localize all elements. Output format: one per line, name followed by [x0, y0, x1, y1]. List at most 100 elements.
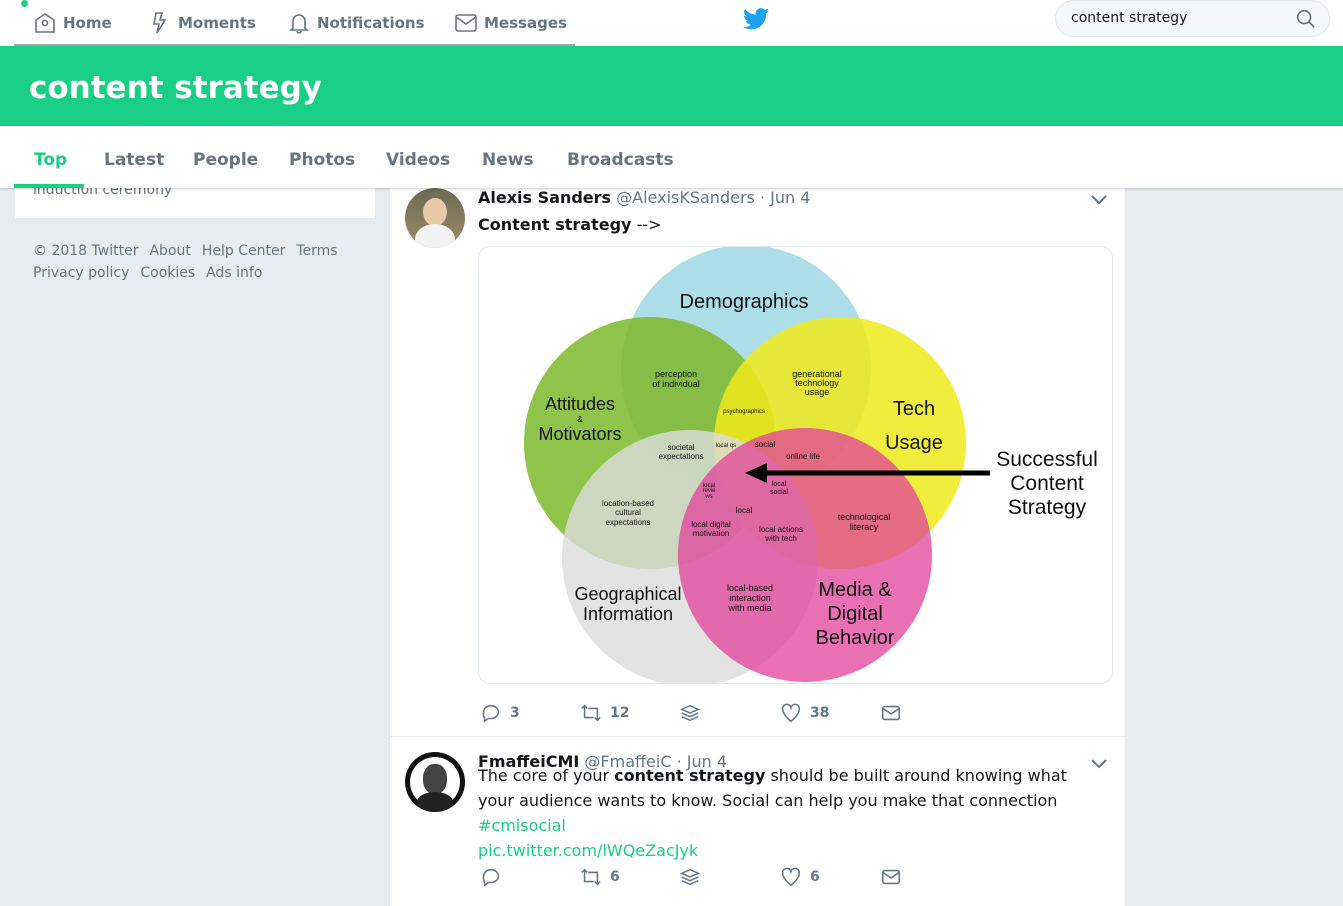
label-tech: Tech — [893, 398, 935, 420]
overlap: usage — [805, 387, 830, 397]
nav-label: Home — [63, 14, 112, 32]
retweet-button[interactable]: 12 — [580, 702, 629, 724]
layers-button[interactable] — [679, 702, 701, 724]
nav-notifications[interactable]: Notifications — [287, 0, 425, 46]
retweet-icon — [581, 868, 601, 886]
nav-messages[interactable]: Messages — [454, 0, 567, 46]
tweet-divider — [390, 736, 1125, 737]
search-banner: content strategy — [0, 46, 1343, 126]
envelope-icon — [881, 705, 901, 721]
tweet-text: Content strategy --> — [478, 212, 1098, 237]
overlap: local actions — [759, 525, 803, 534]
tab-news[interactable]: News — [482, 150, 534, 170]
label-usage: Usage — [885, 432, 943, 454]
label-motivators: Motivators — [538, 424, 621, 444]
overlap: with tech — [764, 534, 797, 543]
bell-icon — [289, 14, 309, 34]
overlap: technological — [838, 512, 891, 522]
nav-home[interactable]: Home — [33, 0, 112, 46]
overlap: local-based — [727, 583, 773, 593]
overlap: expectations — [659, 452, 704, 461]
envelope-icon — [455, 14, 477, 32]
footer-about[interactable]: About — [149, 243, 190, 259]
footer-privacy[interactable]: Privacy policy — [33, 265, 129, 281]
footer-terms[interactable]: Terms — [296, 243, 337, 259]
label-behavior: Behavior — [816, 627, 895, 649]
label-geographical: Geographical — [574, 584, 681, 604]
like-button[interactable]: 6 — [780, 866, 820, 888]
heart-icon — [781, 867, 801, 887]
label-media: Media & — [818, 579, 892, 601]
search-icon[interactable] — [1295, 8, 1317, 30]
overlap: interaction — [729, 593, 771, 603]
overlap: social — [770, 489, 788, 496]
top-navigation-bar: Home Moments Notifications Messages cont… — [0, 0, 1343, 46]
tab-top[interactable]: Top — [34, 150, 67, 170]
tweet-text: The core of your content strategy should… — [478, 763, 1098, 863]
overlap: location-based — [602, 499, 654, 508]
search-input[interactable]: content strategy — [1055, 0, 1330, 37]
tab-photos[interactable]: Photos — [289, 150, 355, 170]
tweet[interactable]: Alexis Sanders @AlexisKSanders · Jun 4 C… — [390, 188, 1125, 736]
author-name[interactable]: Alexis Sanders — [478, 188, 611, 207]
dm-button[interactable] — [880, 866, 902, 888]
like-button[interactable]: 38 — [780, 702, 829, 724]
tweet-stream: Alexis Sanders @AlexisKSanders · Jun 4 C… — [390, 188, 1125, 906]
footer-cookies[interactable]: Cookies — [140, 265, 195, 281]
text-part: The core of your — [478, 766, 615, 785]
reply-count: 3 — [510, 705, 520, 721]
nav-moments[interactable]: Moments — [148, 0, 256, 46]
overlap: perception — [655, 369, 697, 379]
overlap: social — [755, 440, 776, 449]
avatar[interactable] — [405, 188, 465, 248]
tab-videos[interactable]: Videos — [386, 150, 450, 170]
reply-button[interactable]: 3 — [480, 702, 520, 724]
retweet-count: 6 — [610, 869, 620, 885]
reply-button[interactable] — [480, 866, 502, 888]
active-tab-indicator — [14, 184, 84, 188]
overlap: psychographics — [723, 409, 765, 415]
layers-icon — [679, 704, 701, 722]
tab-broadcasts[interactable]: Broadcasts — [567, 150, 674, 170]
overlap: local digital — [691, 520, 731, 529]
label-information: Information — [583, 604, 673, 624]
retweet-button[interactable]: 6 — [580, 866, 620, 888]
label-demographics: Demographics — [680, 291, 809, 313]
like-count: 38 — [810, 705, 830, 721]
chevron-down-icon[interactable] — [1090, 194, 1108, 206]
footer-links: © 2018 Twitter About Help Center Terms Priv… — [33, 240, 353, 284]
nav-label: Messages — [484, 14, 567, 32]
tweet-date[interactable]: · Jun 4 — [760, 188, 810, 207]
tab-people[interactable]: People — [193, 150, 258, 170]
layers-button[interactable] — [679, 866, 701, 888]
overlap: societal — [667, 443, 694, 452]
search-value: content strategy — [1071, 10, 1188, 26]
overlap: of individual — [652, 379, 700, 389]
callout-line: Content — [1010, 472, 1084, 495]
overlap: motivation — [693, 529, 729, 538]
footer-ads-info[interactable]: Ads info — [206, 265, 262, 281]
venn-diagram: Demographics Attitudes & Motivators Tech… — [524, 247, 1098, 683]
avatar[interactable] — [405, 752, 465, 812]
callout-line: Strategy — [1008, 496, 1087, 519]
footer-help-center[interactable]: Help Center — [202, 243, 286, 259]
tweet[interactable]: FmaffeiCMI @FmaffeiC · Jun 4 The core of… — [390, 752, 1125, 906]
label-attitudes: Attitudes — [545, 394, 615, 414]
dm-button[interactable] — [880, 702, 902, 724]
twitter-bird-icon[interactable] — [743, 7, 769, 31]
pic-link[interactable]: pic.twitter.com/lWQeZacJyk — [478, 841, 698, 860]
tweet-header: Alexis Sanders @AlexisKSanders · Jun 4 — [478, 188, 810, 207]
home-icon — [35, 13, 55, 33]
notification-dot — [21, 0, 28, 7]
label-digital: Digital — [827, 603, 883, 625]
text-rest: --> — [631, 215, 662, 234]
tab-latest[interactable]: Latest — [104, 150, 164, 170]
reply-icon — [482, 868, 500, 887]
overlap: cultural — [615, 508, 641, 517]
tweet-image[interactable]: Demographics Attitudes & Motivators Tech… — [478, 246, 1113, 684]
hashtag-link[interactable]: #cmisocial — [478, 816, 566, 835]
heart-icon — [781, 703, 801, 723]
author-handle[interactable]: @AlexisKSanders — [616, 188, 755, 207]
page-title: content strategy — [29, 70, 322, 106]
overlap: literacy — [850, 522, 879, 532]
